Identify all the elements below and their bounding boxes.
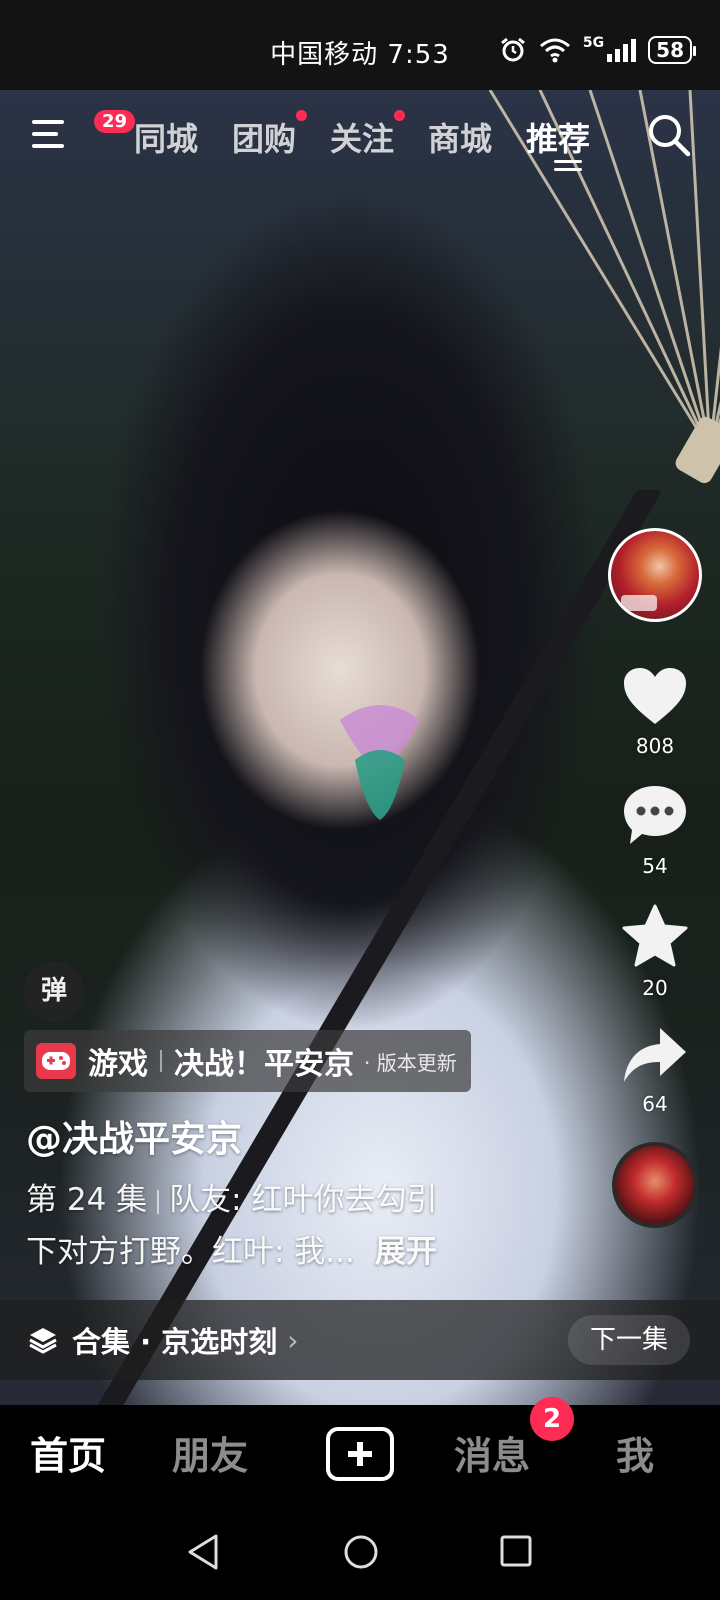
game-tag-divider [160, 1050, 162, 1072]
share-action[interactable]: 64 [608, 1026, 702, 1116]
tab-group-buy-dot [296, 110, 307, 121]
danmu-button[interactable]: 弹 [24, 962, 84, 1022]
game-name: 决战！平安京 [174, 1047, 354, 1082]
messages-badge: 2 [530, 1397, 574, 1441]
chevron-right-icon: › [287, 1323, 299, 1357]
status-bar: 中国移动 7:53 5G 58 [0, 0, 720, 90]
episode-divider [157, 1189, 160, 1214]
description-line1: 队友: 红叶你去勾引 [169, 1182, 438, 1218]
tab-following[interactable]: 关注 [330, 114, 394, 160]
share-count: 64 [642, 1092, 668, 1116]
star-icon[interactable] [622, 904, 688, 968]
game-category: 游戏 [88, 1047, 148, 1082]
create-button[interactable] [326, 1427, 394, 1481]
network-label: 5G [582, 35, 605, 51]
video-description[interactable]: 第 24 集队友: 红叶你去勾引 下对方打野。红叶: 我... 展开 [26, 1174, 546, 1278]
favorite-count: 20 [642, 976, 668, 1000]
plus-icon [348, 1442, 372, 1466]
gamepad-icon [36, 1043, 76, 1079]
search-icon[interactable] [646, 112, 692, 158]
avatar[interactable] [608, 528, 702, 622]
tab-recommend[interactable]: 推荐 [526, 114, 590, 160]
right-action-rail: 808 54 20 64 [608, 528, 702, 1254]
favorite-action[interactable]: 20 [608, 904, 702, 1000]
collection-label: 合集 · 京选时刻 [72, 1325, 278, 1359]
wifi-icon [539, 38, 570, 63]
tab-home[interactable]: 首页 [30, 1425, 106, 1480]
tab-local[interactable]: 同城 [134, 114, 198, 160]
like-count: 808 [635, 734, 675, 758]
game-tag[interactable]: 游戏 决战！平安京 · 版本更新 [24, 1030, 471, 1092]
tab-following-dot [394, 110, 405, 121]
tab-me[interactable]: 我 [616, 1425, 654, 1480]
episode-label: 第 24 集 [26, 1182, 148, 1218]
layers-icon [29, 1328, 57, 1354]
back-icon[interactable] [186, 1533, 220, 1571]
music-disc-icon[interactable] [612, 1142, 698, 1228]
expand-button[interactable]: 展开 [375, 1234, 437, 1270]
collection-bar[interactable]: 合集 · 京选时刻 › 下一集 [0, 1300, 720, 1380]
top-nav: 29 同城 团购 关注 商城 推荐 [0, 110, 720, 171]
system-navigation-bar [0, 1505, 720, 1600]
menu-button[interactable]: 29 [32, 110, 136, 160]
home-icon[interactable] [342, 1533, 380, 1571]
status-icons: 5G 58 [499, 35, 696, 64]
comment-count: 54 [642, 854, 668, 878]
game-tag-suffix: · 版本更新 [364, 1050, 457, 1075]
description-line2: 下对方打野。红叶: 我... [26, 1234, 355, 1270]
tab-messages[interactable]: 消息 [454, 1425, 530, 1480]
comment-icon[interactable] [622, 784, 688, 846]
menu-icon [32, 120, 64, 124]
music-disc[interactable] [608, 1142, 702, 1228]
active-tab-indicator [554, 160, 582, 176]
like-action[interactable]: 808 [608, 666, 702, 758]
signal-icon [607, 39, 637, 62]
share-icon[interactable] [622, 1026, 688, 1084]
next-episode-button[interactable]: 下一集 [567, 1315, 690, 1365]
heart-icon[interactable] [622, 666, 688, 726]
dress-accent [340, 705, 420, 820]
author-avatar[interactable] [608, 528, 702, 622]
battery-indicator: 58 [648, 36, 696, 64]
menu-badge: 29 [94, 110, 136, 133]
tab-group-buy[interactable]: 团购 [232, 114, 296, 160]
comment-action[interactable]: 54 [608, 784, 702, 878]
alarm-icon [500, 37, 525, 62]
recents-icon[interactable] [498, 1533, 534, 1569]
tab-mall[interactable]: 商城 [428, 114, 492, 160]
bottom-tab-bar: 首页 朋友 消息 2 我 [0, 1397, 720, 1505]
author-name[interactable]: @决战平安京 [26, 1110, 242, 1162]
tab-friends[interactable]: 朋友 [172, 1425, 248, 1480]
